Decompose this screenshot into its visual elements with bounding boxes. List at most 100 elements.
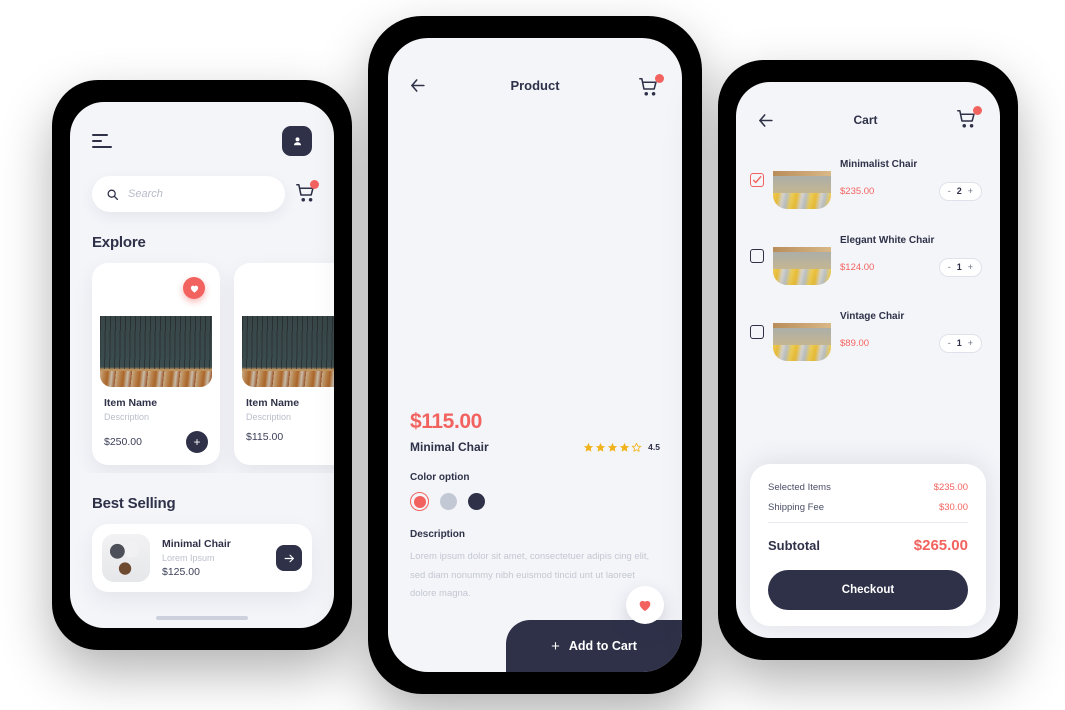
cart-button[interactable] bbox=[956, 106, 982, 132]
cart-page-title: Cart bbox=[853, 113, 878, 127]
star-icon bbox=[595, 442, 606, 453]
product-price: $115.00 bbox=[246, 431, 284, 443]
product-price: $250.00 bbox=[104, 436, 142, 448]
best-selling-title: Best Selling bbox=[92, 495, 176, 512]
star-outline-icon bbox=[631, 442, 642, 453]
product-name: Minimal Chair bbox=[410, 440, 489, 454]
hanger-photo bbox=[773, 322, 831, 361]
search-row bbox=[70, 156, 334, 212]
heart-icon bbox=[189, 283, 200, 294]
cart-item-row: $124.00 - 1 + bbox=[840, 258, 982, 277]
cart-item-info: Vintage Chair $89.00 - 1 + bbox=[840, 311, 982, 353]
checkout-button[interactable]: Checkout bbox=[768, 570, 968, 610]
product-price: $115.00 bbox=[410, 410, 482, 433]
shipping-fee-value: $30.00 bbox=[938, 502, 968, 513]
product-thumbnail bbox=[100, 271, 212, 387]
product-name: Item Name bbox=[246, 397, 300, 409]
decrement-button[interactable]: - bbox=[948, 337, 951, 350]
item-checkbox[interactable] bbox=[750, 325, 764, 339]
quantity-stepper[interactable]: - 1 + bbox=[938, 334, 982, 353]
product-description: Description bbox=[104, 412, 150, 422]
rating-value: 4.5 bbox=[648, 442, 660, 452]
color-swatch[interactable] bbox=[440, 493, 457, 510]
favorite-button[interactable] bbox=[183, 277, 205, 299]
product-thumbnail bbox=[242, 271, 334, 387]
color-option-label: Color option bbox=[410, 472, 470, 483]
cart-item-price: $235.00 bbox=[840, 186, 875, 197]
add-to-cart-button[interactable]: + Add to Cart bbox=[506, 620, 682, 672]
cart-item[interactable]: Elegant White Chair $124.00 - 1 + bbox=[750, 218, 982, 294]
cart-screen: Cart Minimalist Chair $235.00 - 2 + Eleg… bbox=[736, 82, 1000, 638]
product-card[interactable]: Item Name Description $115.00 bbox=[234, 263, 334, 465]
cart-item-thumbnail bbox=[773, 151, 831, 209]
best-selling-price: $125.00 bbox=[162, 566, 200, 578]
cart-item-row: $89.00 - 1 + bbox=[840, 334, 982, 353]
summary-divider bbox=[768, 522, 968, 523]
cart-item-name: Minimalist Chair bbox=[840, 159, 918, 171]
increment-button[interactable]: + bbox=[968, 185, 973, 198]
cart-item-info: Minimalist Chair $235.00 - 2 + bbox=[840, 159, 982, 201]
order-summary: Selected Items $235.00 Shipping Fee $30.… bbox=[750, 464, 986, 626]
cart-item-name: Elegant White Chair bbox=[840, 235, 935, 247]
star-icon bbox=[583, 442, 594, 453]
best-selling-item[interactable]: Minimal Chair Lorem Ipsum $125.00 bbox=[92, 524, 312, 592]
search-input[interactable] bbox=[128, 188, 271, 200]
home-screen: Explore Item Name bbox=[70, 102, 334, 628]
hamburger-icon[interactable] bbox=[92, 133, 114, 149]
quantity-value: 1 bbox=[956, 262, 962, 273]
person-icon bbox=[291, 135, 304, 148]
quantity-stepper[interactable]: - 2 + bbox=[938, 182, 982, 201]
shipping-fee-label: Shipping Fee bbox=[768, 502, 824, 513]
home-indicator bbox=[156, 616, 248, 620]
product-details: $115.00 Minimal Chair 4.5 Color option D… bbox=[388, 388, 682, 624]
clothing-rack-photo bbox=[100, 315, 212, 387]
star-rating bbox=[583, 442, 642, 453]
increment-button[interactable]: + bbox=[968, 261, 973, 274]
cart-item-price: $124.00 bbox=[840, 262, 875, 273]
item-checkbox-checked[interactable] bbox=[750, 173, 764, 187]
best-selling-description: Lorem Ipsum bbox=[162, 553, 215, 563]
cart-item[interactable]: Vintage Chair $89.00 - 1 + bbox=[750, 294, 982, 370]
product-name: Item Name bbox=[104, 397, 158, 409]
product-card[interactable]: Item Name Description $250.00 + bbox=[92, 263, 220, 465]
clothing-rack-photo bbox=[242, 315, 334, 387]
product-footer: $250.00 + bbox=[100, 431, 212, 453]
best-selling-go-button[interactable] bbox=[276, 545, 302, 571]
home-cart-button[interactable] bbox=[295, 180, 319, 206]
cart-item-list: Minimalist Chair $235.00 - 2 + Elegant W… bbox=[736, 132, 1000, 370]
cart-badge bbox=[972, 106, 982, 115]
quantity-stepper[interactable]: - 1 + bbox=[938, 258, 982, 277]
add-to-cart-label: Add to Cart bbox=[568, 639, 637, 653]
best-selling-info: Minimal Chair Lorem Ipsum $125.00 bbox=[162, 538, 264, 578]
color-swatches bbox=[410, 492, 660, 511]
description-label: Description bbox=[410, 529, 466, 540]
cart-item-price: $89.00 bbox=[840, 338, 870, 349]
star-icon bbox=[619, 442, 630, 453]
subtotal-label: Subtotal bbox=[768, 538, 820, 553]
cart-item-info: Elegant White Chair $124.00 - 1 + bbox=[840, 235, 982, 277]
quantity-value: 1 bbox=[956, 338, 962, 349]
search-icon bbox=[106, 188, 119, 201]
best-selling-name: Minimal Chair bbox=[162, 538, 231, 550]
cart-item-thumbnail bbox=[773, 303, 831, 361]
color-swatch-selected[interactable] bbox=[410, 492, 429, 511]
phone-cart: Cart Minimalist Chair $235.00 - 2 + Eleg… bbox=[718, 60, 1018, 660]
increment-button[interactable]: + bbox=[968, 337, 973, 350]
explore-product-list[interactable]: Item Name Description $250.00 + Item Nam… bbox=[70, 251, 334, 473]
decrement-button[interactable]: - bbox=[948, 185, 951, 198]
cart-item-thumbnail bbox=[773, 227, 831, 285]
hanger-photo bbox=[773, 170, 831, 209]
product-screen: Product $115.00 Minimal Chair 4.5 Color … bbox=[388, 38, 682, 672]
selected-items-row: Selected Items $235.00 bbox=[768, 482, 968, 493]
item-checkbox[interactable] bbox=[750, 249, 764, 263]
product-hero: Product bbox=[388, 38, 682, 388]
color-swatch[interactable] bbox=[468, 493, 485, 510]
back-button[interactable] bbox=[756, 111, 775, 130]
add-to-cart-button[interactable]: + bbox=[186, 431, 208, 453]
search-box[interactable] bbox=[92, 176, 285, 212]
cart-item[interactable]: Minimalist Chair $235.00 - 2 + bbox=[750, 142, 982, 218]
subtotal-value: $265.00 bbox=[913, 537, 968, 554]
profile-button[interactable] bbox=[282, 126, 312, 156]
favorite-button[interactable] bbox=[626, 585, 664, 624]
decrement-button[interactable]: - bbox=[948, 261, 951, 274]
